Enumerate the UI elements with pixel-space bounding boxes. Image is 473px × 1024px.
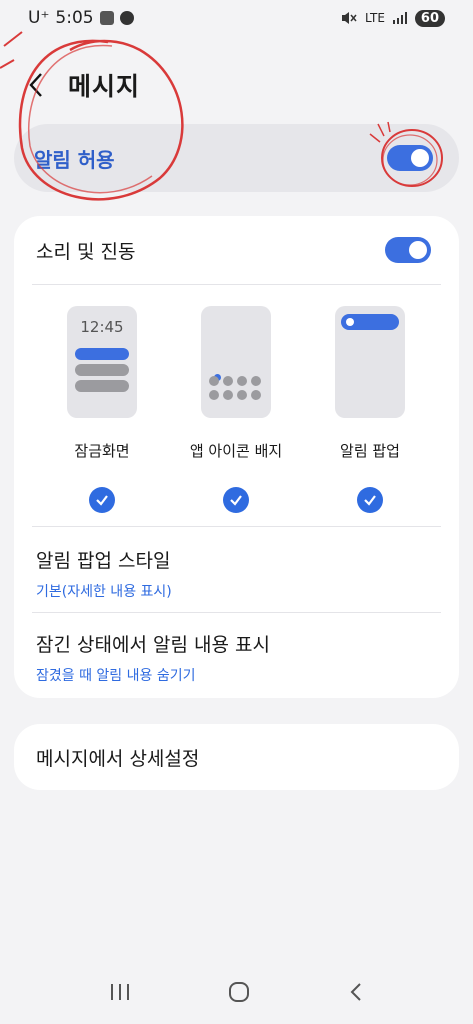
network-label: LTE [364,11,385,25]
preview-bar [75,364,129,376]
message-notification-icon [119,11,134,25]
mute-icon [341,12,357,24]
preview-bar [75,348,129,360]
option-app-icon-badge[interactable]: 앱 아이콘 배지 [168,306,304,513]
popup-style-title: 알림 팝업 스타일 [36,550,171,572]
divider [32,526,441,527]
notification-settings-card: 소리 및 진동 12:45 잠금화면 앱 아이콘 배지 알림 팝업 알림 팝업 … [14,216,459,698]
lock-content-value: 잠겼을 때 알림 내용 숨기기 [36,668,196,684]
status-left: U⁺ 5:05 [28,8,134,28]
preview-time: 12:45 [80,318,124,336]
popup-checkbox[interactable] [357,487,383,513]
settings-screen: U⁺ 5:05 LTE 60 메시지 알림 허용 소리 및 진동 12:45 잠… [0,0,473,1024]
preview-bar [75,380,129,392]
back-icon [350,983,361,1001]
app-badge-preview [201,306,271,418]
sound-vibration-toggle[interactable] [385,237,431,263]
lock-screen-checkbox[interactable] [89,487,115,513]
popup-style-row[interactable]: 알림 팝업 스타일 기본(자세한 내용 표시) [36,546,437,601]
home-icon [229,982,250,1002]
app-badge-checkbox[interactable] [223,487,249,513]
status-bar: U⁺ 5:05 LTE 60 [0,0,473,36]
option-label: 잠금화면 [74,442,130,460]
option-label: 알림 팝업 [340,442,400,460]
nav-back-button[interactable] [348,981,364,1007]
header: 메시지 [28,62,140,108]
time-label: 5:05 [55,8,94,28]
lock-content-row[interactable]: 잠긴 상태에서 알림 내용 표시 잠겼을 때 알림 내용 숨기기 [36,630,437,685]
allow-notifications-row[interactable]: 알림 허용 [14,124,459,192]
allow-notifications-label: 알림 허용 [34,147,115,172]
app-icon-grid [209,376,263,400]
divider [32,284,441,285]
allow-notifications-toggle[interactable] [387,145,433,171]
status-right: LTE 60 [341,9,445,27]
carrier-label: U⁺ [28,8,50,28]
photo-notification-icon [99,11,114,25]
check-icon [96,495,108,506]
check-icon [230,495,242,506]
recent-apps-icon [110,984,129,1000]
popup-bar [341,314,399,330]
advanced-settings-row[interactable]: 메시지에서 상세설정 [14,724,459,790]
sound-vibration-label: 소리 및 진동 [36,240,136,263]
option-popup[interactable]: 알림 팝업 [302,306,438,513]
recent-apps-button[interactable] [109,982,131,1006]
divider [32,612,441,613]
popup-style-value: 기본(자세한 내용 표시) [36,584,172,600]
page-title: 메시지 [68,72,141,101]
toggle-knob [411,149,429,167]
notification-style-options: 12:45 잠금화면 앱 아이콘 배지 알림 팝업 [14,306,459,531]
option-label: 앱 아이콘 배지 [189,442,283,460]
signal-icon [392,12,407,24]
option-lock-screen[interactable]: 12:45 잠금화면 [34,306,170,513]
battery-indicator: 60 [414,9,445,27]
check-icon [364,495,376,506]
sound-vibration-row[interactable]: 소리 및 진동 [36,232,431,268]
back-button[interactable] [28,72,46,98]
popup-preview [335,306,405,418]
navigation-bar [0,964,473,1024]
chevron-left-icon [29,73,42,97]
lock-content-title: 잠긴 상태에서 알림 내용 표시 [36,634,270,656]
lock-screen-preview: 12:45 [67,306,137,418]
toggle-knob [409,241,427,259]
home-button[interactable] [228,981,250,1007]
advanced-settings-label: 메시지에서 상세설정 [36,747,200,770]
